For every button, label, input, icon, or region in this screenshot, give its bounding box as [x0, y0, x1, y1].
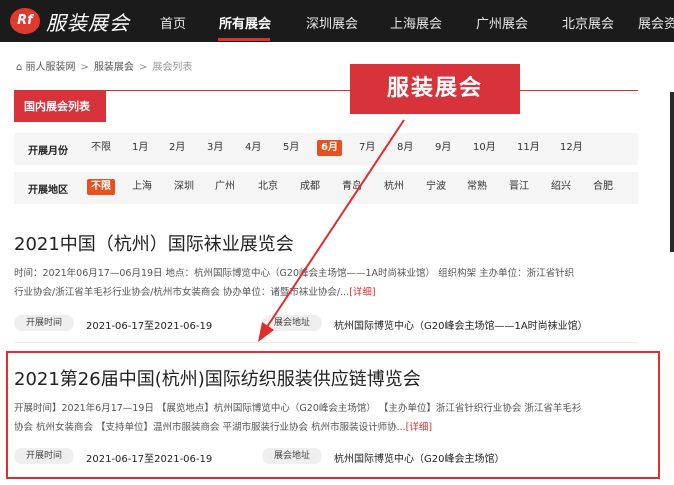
annotation-arrow [258, 119, 405, 342]
